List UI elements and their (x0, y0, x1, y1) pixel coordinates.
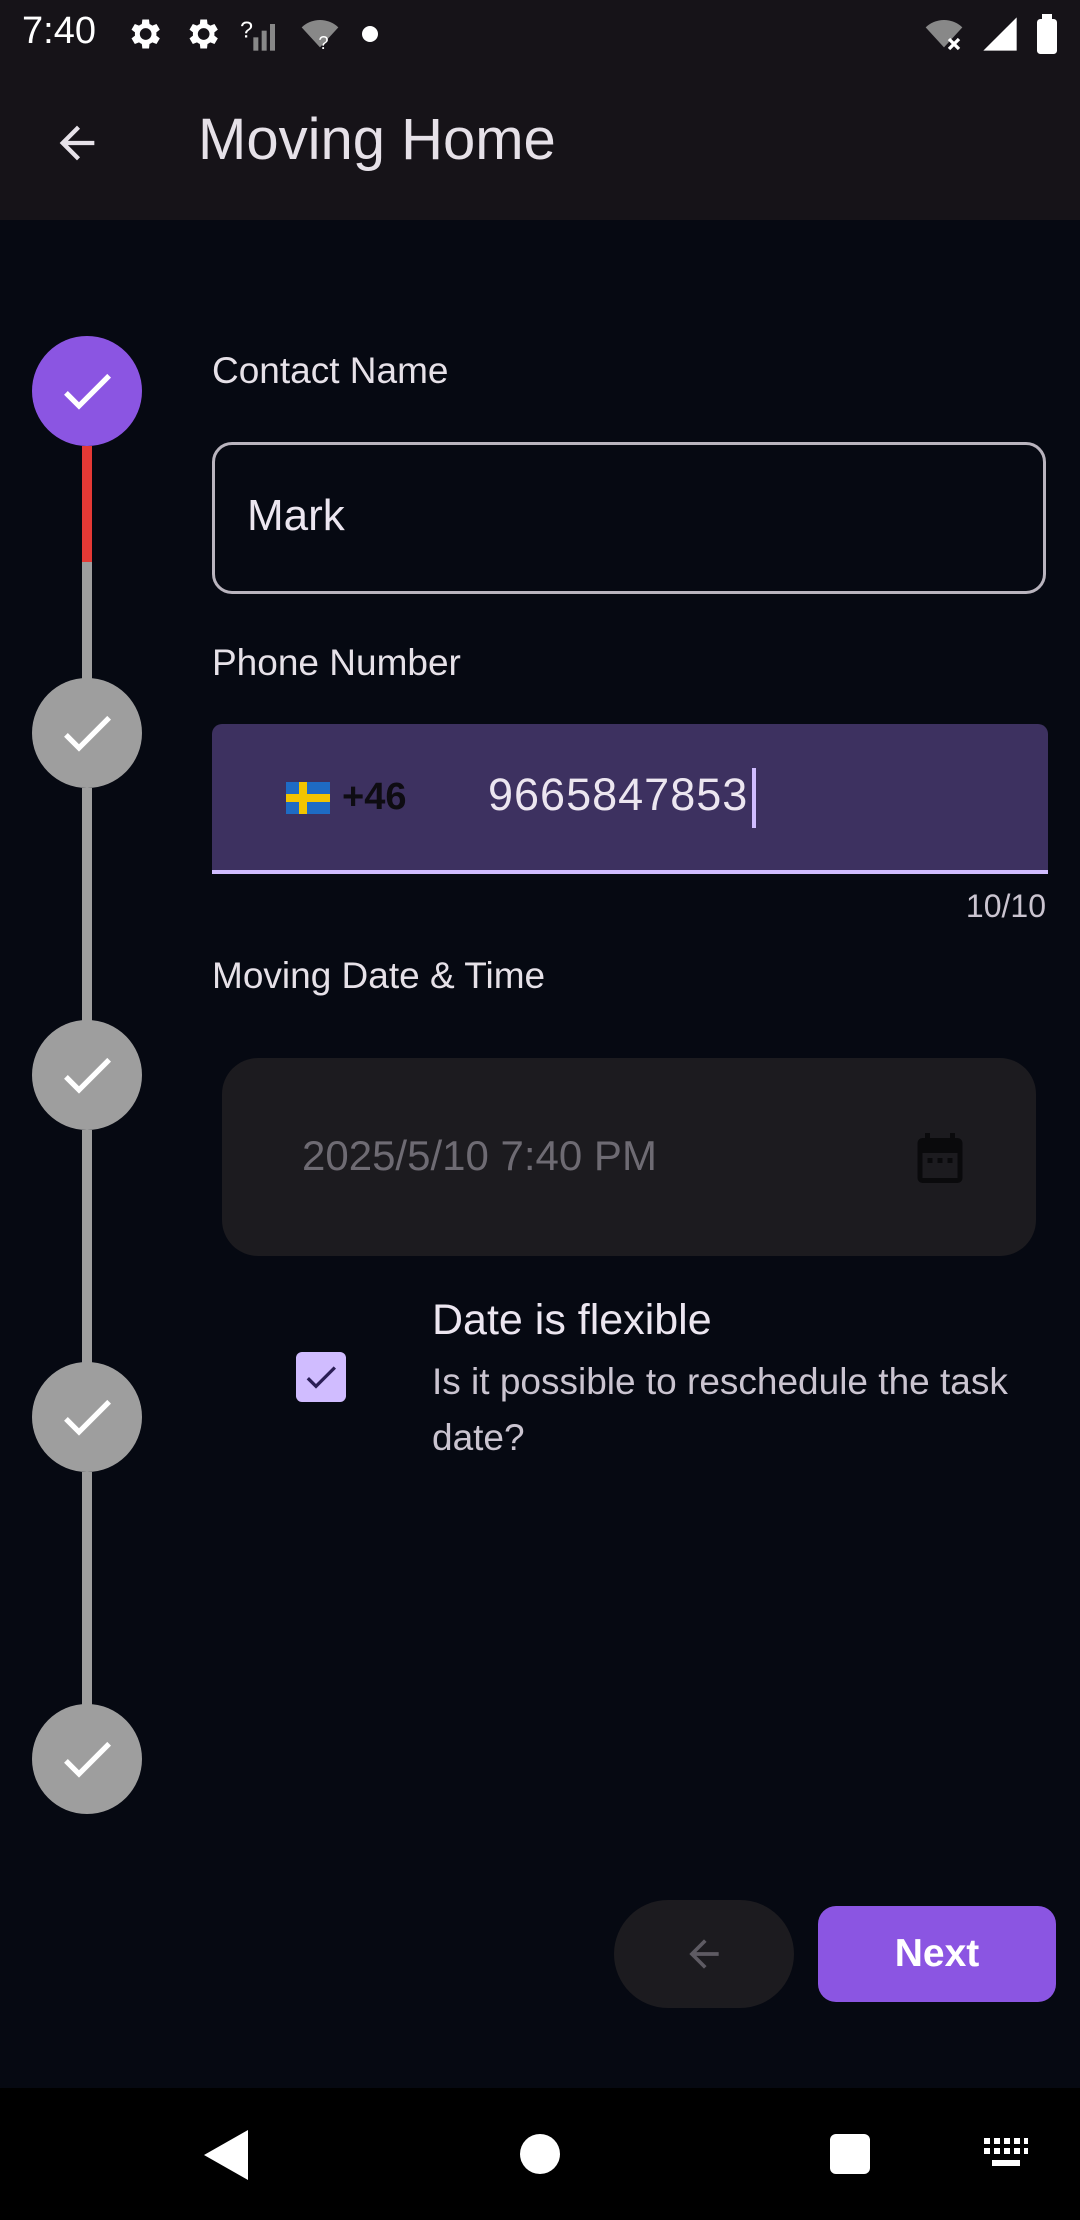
text-cursor (752, 768, 757, 828)
signal-unknown-icon: ? (240, 16, 275, 51)
phone-number-field[interactable]: +46 9665847853 (212, 724, 1048, 874)
step-connector (82, 562, 92, 688)
gear-icon (131, 19, 160, 49)
step-connector-progress (82, 446, 92, 562)
step-connector (82, 1130, 92, 1372)
step-5-done[interactable] (32, 1704, 142, 1814)
wifi-unknown-icon: ? (301, 20, 339, 53)
svg-text:?: ? (240, 16, 253, 42)
dot-icon (362, 26, 378, 42)
status-bar: 7:40 ? ? (0, 0, 1080, 66)
gear-icon (189, 19, 218, 49)
previous-button[interactable] (614, 1900, 794, 2008)
date-flexible-title: Date is flexible (432, 1296, 712, 1344)
back-button[interactable] (44, 110, 110, 176)
check-icon (64, 1057, 111, 1094)
moving-date-value: 2025/5/10 7:40 PM (302, 1132, 657, 1179)
calendar-icon[interactable] (910, 1128, 970, 1188)
check-icon (64, 1399, 111, 1436)
next-button[interactable]: Next (818, 1906, 1056, 2002)
arrow-left-icon (689, 1939, 719, 1969)
moving-date-label: Moving Date & Time (212, 955, 546, 996)
date-flexible-subtitle: Is it possible to reschedule the task da… (432, 1361, 1008, 1458)
sweden-flag-icon (286, 781, 330, 814)
country-code-selector[interactable]: +46 (286, 776, 406, 819)
date-flexible-checkbox[interactable] (296, 1352, 346, 1402)
moving-date-field[interactable]: 2025/5/10 7:40 PM (222, 1058, 1036, 1256)
status-time: 7:40 (22, 10, 96, 52)
app-bar: Moving Home (0, 66, 1080, 220)
contact-name-label: Contact Name (212, 350, 449, 391)
battery-icon (1037, 14, 1057, 54)
phone-number-text: 9665847853 (488, 768, 749, 820)
step-3-done[interactable] (32, 1020, 142, 1130)
nav-recents-icon[interactable] (830, 2134, 870, 2174)
contact-name-field[interactable]: Mark (212, 442, 1046, 594)
cell-signal-icon (983, 17, 1017, 51)
check-icon (64, 373, 111, 410)
nav-home-icon[interactable] (520, 2134, 560, 2174)
system-nav-bar (0, 2088, 1080, 2220)
check-icon (306, 1366, 336, 1389)
step-4-done[interactable] (32, 1362, 142, 1472)
contact-name-value: Mark (247, 491, 345, 540)
check-icon (64, 715, 111, 752)
wifi-off-icon (925, 20, 963, 51)
page-title: Moving Home (198, 107, 556, 172)
phone-number-value: 9665847853 (488, 768, 757, 828)
svg-text:?: ? (318, 32, 328, 53)
nav-back-icon[interactable] (204, 2130, 248, 2180)
country-code: +46 (342, 776, 407, 818)
check-icon (64, 1741, 111, 1778)
step-connector (82, 788, 92, 1030)
status-left-icons: ? ? (124, 14, 380, 54)
keyboard-icon[interactable] (984, 2138, 1028, 2170)
step-2-done[interactable] (32, 678, 142, 788)
arrow-left-icon (59, 125, 95, 161)
character-counter: 10/10 (965, 888, 1046, 924)
step-connector (82, 1472, 92, 1714)
status-right-icons (922, 14, 1060, 54)
step-1-active[interactable] (32, 336, 142, 446)
phone-number-label: Phone Number (212, 642, 461, 683)
